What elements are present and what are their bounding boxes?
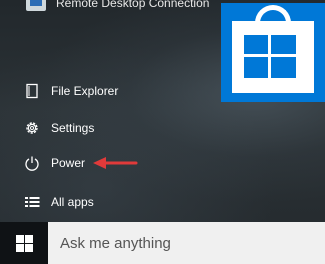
menu-item-file-explorer[interactable]: File Explorer (0, 76, 215, 106)
menu-item-settings[interactable]: Settings (0, 113, 215, 143)
power-icon (25, 156, 39, 171)
recent-app-label: Remote Desktop Connection (56, 0, 210, 10)
remote-desktop-icon (26, 0, 46, 11)
start-button[interactable] (0, 222, 48, 264)
search-box[interactable] (48, 222, 325, 264)
menu-item-label: All apps (51, 195, 94, 209)
gear-icon (26, 122, 38, 134)
recent-app-remote-desktop[interactable]: Remote Desktop Connection (26, 0, 209, 12)
menu-item-label: Settings (51, 121, 95, 135)
all-apps-icon (25, 197, 40, 207)
file-explorer-icon (26, 83, 38, 99)
menu-item-label: Power (51, 156, 86, 170)
red-arrow-annotation (93, 157, 138, 169)
menu-item-all-apps[interactable]: All apps (0, 187, 215, 217)
search-input[interactable] (48, 234, 325, 252)
taskbar (0, 222, 325, 264)
start-menu: Remote Desktop Connection File Explorer … (0, 0, 325, 222)
store-windows-logo (244, 35, 296, 78)
windows-logo-icon (16, 235, 33, 252)
menu-item-label: File Explorer (51, 84, 119, 98)
